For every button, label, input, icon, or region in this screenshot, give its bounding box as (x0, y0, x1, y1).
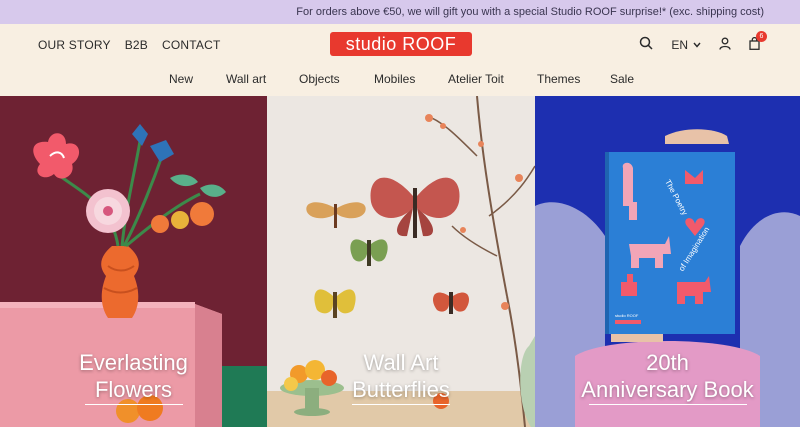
hero-caption-flowers[interactable]: Everlasting Flowers (0, 349, 267, 403)
top-left-nav: OUR STORY B2B CONTACT (38, 38, 221, 52)
hero-panel-butterflies[interactable]: Wall Art Butterflies (267, 96, 535, 427)
search-icon[interactable] (639, 36, 653, 53)
book-brand-label: studio ROOF (615, 313, 639, 318)
caption-underline (588, 404, 747, 405)
promo-banner: For orders above €50, we will gift you w… (0, 0, 800, 24)
hero-panel-flowers[interactable]: Everlasting Flowers (0, 96, 267, 427)
hero-caption-book[interactable]: 20th Anniversary Book (535, 349, 800, 403)
nav-new[interactable]: New (169, 72, 193, 86)
nav-our-story[interactable]: OUR STORY (38, 38, 111, 52)
nav-objects[interactable]: Objects (299, 72, 340, 86)
nav-themes[interactable]: Themes (537, 72, 580, 86)
caption-underline (352, 404, 450, 405)
caption-line-1: 20th (646, 350, 689, 375)
promo-text: For orders above €50, we will gift you w… (296, 6, 764, 18)
caption-underline (84, 404, 183, 405)
hero-caption-butterflies[interactable]: Wall Art Butterflies (267, 349, 535, 403)
hero-panel-book[interactable]: The Poetry of Imagination studio ROOF 20… (535, 96, 800, 427)
nav-contact[interactable]: CONTACT (162, 38, 221, 52)
site-header: OUR STORY B2B CONTACT studio ROOF EN 6 N… (0, 24, 800, 96)
nav-sale[interactable]: Sale (610, 72, 634, 86)
caption-line-1: Wall Art (363, 350, 439, 375)
header-actions: EN 6 (639, 30, 767, 53)
caption-line-2: Anniversary Book (581, 377, 754, 402)
nav-atelier-toit[interactable]: Atelier Toit (448, 72, 504, 86)
chevron-down-icon (693, 42, 701, 48)
caption-line-1: Everlasting (79, 350, 188, 375)
cart-button[interactable]: 6 (749, 30, 767, 53)
account-icon[interactable] (719, 37, 731, 53)
caption-line-2: Flowers (94, 377, 172, 402)
caption-line-2: Butterflies (352, 377, 450, 402)
cart-count-badge: 6 (756, 30, 767, 42)
language-selector[interactable]: EN (671, 38, 701, 52)
nav-wall-art[interactable]: Wall art (226, 72, 266, 86)
logo-text: studio ROOF (345, 33, 457, 54)
nav-b2b[interactable]: B2B (125, 38, 148, 52)
hero-banner: Everlasting Flowers Wall Art Butterflies… (0, 96, 800, 427)
nav-mobiles[interactable]: Mobiles (374, 72, 415, 86)
language-label: EN (671, 37, 688, 52)
studio-roof-logo[interactable]: studio ROOF (330, 32, 472, 56)
